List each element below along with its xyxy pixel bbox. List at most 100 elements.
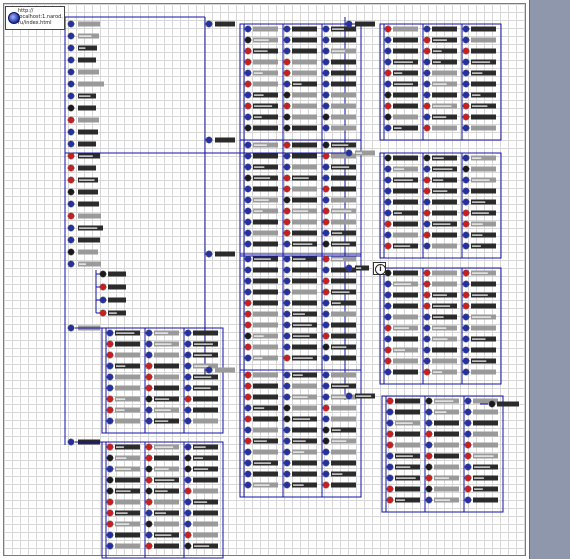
leaf-page-icon <box>462 324 470 332</box>
section-page-label <box>215 137 235 143</box>
leaf-page-icon <box>322 207 330 215</box>
leaf-page-icon <box>384 176 392 184</box>
leaf-page-icon <box>462 242 470 250</box>
leaf-page-icon <box>283 382 291 390</box>
leaf-page-label <box>471 26 496 32</box>
page-label-highlight <box>433 305 451 307</box>
leaf-page-label <box>292 103 317 109</box>
page-label-highlight <box>394 127 402 129</box>
leaf-page-icon <box>184 520 192 528</box>
leaf-page-icon <box>322 69 330 77</box>
leaf-page-label <box>471 303 496 309</box>
page-label-highlight <box>474 488 483 490</box>
leaf-page-icon <box>464 496 472 504</box>
leaf-page-icon <box>322 47 330 55</box>
leaf-page-label <box>253 59 278 65</box>
leaf-page-label <box>253 416 278 422</box>
section-page-label <box>78 237 100 243</box>
leaf-page-icon <box>283 321 291 329</box>
leaf-page-label <box>497 401 519 407</box>
leaf-page-icon <box>106 395 114 403</box>
leaf-page-icon <box>423 187 431 195</box>
page-label-highlight <box>155 490 168 492</box>
leaf-page-icon <box>184 542 192 550</box>
leaf-page-icon <box>423 242 431 250</box>
page-label-highlight <box>293 484 304 486</box>
leaf-page-label <box>393 358 418 364</box>
leaf-page-label <box>292 37 317 43</box>
page-label-highlight <box>332 50 345 52</box>
page-label-highlight <box>194 457 204 459</box>
site-map-viewport[interactable]: http:// localhost:1.narod. ru/index.html… <box>0 0 530 559</box>
leaf-page-icon <box>283 448 291 456</box>
info-badge[interactable]: i <box>373 262 386 275</box>
leaf-page-icon <box>283 80 291 88</box>
leaf-page-label <box>253 289 278 295</box>
leaf-page-icon <box>184 406 192 414</box>
leaf-page-icon <box>462 269 470 277</box>
leaf-page-icon <box>462 47 470 55</box>
leaf-page-icon <box>322 255 330 263</box>
site-map-tree <box>64 16 519 559</box>
leaf-page-icon <box>464 430 472 438</box>
leaf-page-label <box>471 37 496 43</box>
leaf-page-label <box>108 297 126 303</box>
leaf-page-icon <box>425 430 433 438</box>
leaf-page-label <box>331 37 356 43</box>
leaf-page-icon <box>283 240 291 248</box>
leaf-page-icon <box>322 393 330 401</box>
leaf-page-icon <box>462 36 470 44</box>
leaf-page-icon <box>145 329 153 337</box>
leaf-page-label <box>253 322 278 328</box>
leaf-page-label <box>393 26 418 32</box>
leaf-page-icon <box>322 299 330 307</box>
page-label-highlight <box>194 387 211 389</box>
leaf-page-icon <box>322 354 330 362</box>
section-page-label <box>215 367 235 373</box>
leaf-page-icon <box>322 229 330 237</box>
leaf-page-icon <box>244 25 252 33</box>
leaf-page-label <box>253 186 278 192</box>
leaf-page-icon <box>184 417 192 425</box>
leaf-page-label <box>253 449 278 455</box>
page-label-highlight <box>394 72 403 74</box>
leaf-page-label <box>393 232 418 238</box>
leaf-page-label <box>393 369 418 375</box>
section-page-icon <box>67 324 75 332</box>
leaf-page-icon <box>244 299 252 307</box>
page-label-highlight <box>293 374 303 376</box>
leaf-page-label <box>331 153 356 159</box>
leaf-page-icon <box>322 240 330 248</box>
leaf-page-label <box>331 405 356 411</box>
leaf-page-label <box>292 125 317 131</box>
leaf-page-icon <box>106 465 114 473</box>
page-label-highlight <box>472 72 483 74</box>
leaf-page-icon <box>322 382 330 390</box>
leaf-page-icon <box>425 496 433 504</box>
leaf-page-icon <box>384 187 392 195</box>
leaf-page-icon <box>283 58 291 66</box>
leaf-page-icon <box>283 266 291 274</box>
page-label-highlight <box>116 398 126 400</box>
leaf-page-label <box>331 114 356 120</box>
leaf-page-label <box>432 281 457 287</box>
leaf-page-icon <box>283 310 291 318</box>
root-page-node[interactable]: http:// localhost:1.narod. ru/index.html <box>5 6 65 30</box>
leaf-page-icon <box>322 415 330 423</box>
leaf-page-label <box>331 81 356 87</box>
page-label-highlight <box>472 212 489 214</box>
leaf-page-label <box>115 374 140 380</box>
page-label-highlight <box>254 462 272 464</box>
page-label-highlight <box>155 398 170 400</box>
page-label-highlight <box>435 477 449 479</box>
globe-icon <box>8 12 20 24</box>
page-label-highlight <box>433 157 444 159</box>
leaf-page-icon <box>184 443 192 451</box>
leaf-page-icon <box>145 542 153 550</box>
leaf-page-icon <box>462 154 470 162</box>
leaf-page-icon <box>423 25 431 33</box>
leaf-page-label <box>253 230 278 236</box>
leaf-page-icon <box>283 152 291 160</box>
leaf-page-label <box>292 230 317 236</box>
page-label-highlight <box>472 294 488 296</box>
